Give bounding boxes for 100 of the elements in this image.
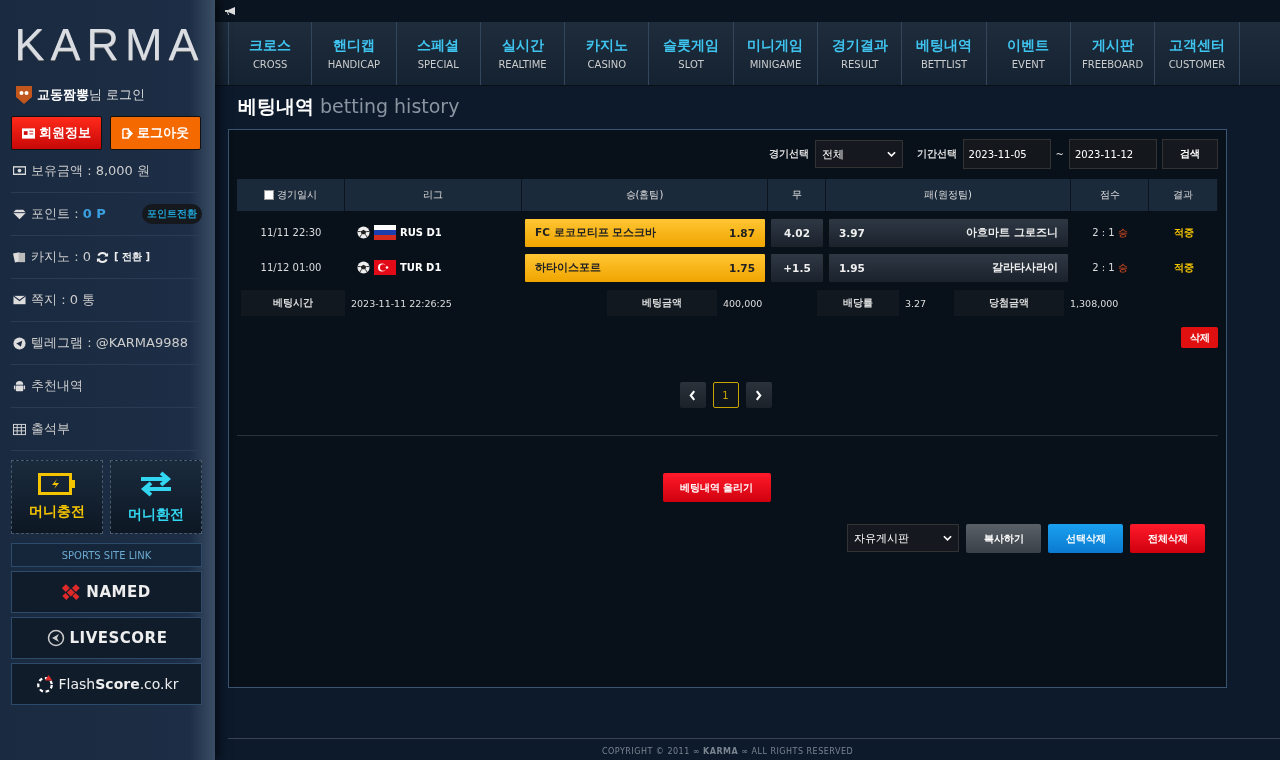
filter-label: 기간선택 xyxy=(916,147,957,161)
summary-label: 베팅금액 xyxy=(607,290,717,316)
russia-flag-icon xyxy=(374,225,396,240)
nav-tab[interactable]: 이벤트 EVENT xyxy=(986,22,1071,85)
info-text: 텔레그램 : @KARMA9988 xyxy=(31,334,189,352)
flashscore-logo-icon xyxy=(34,675,55,693)
nav-tab[interactable]: 크로스 CROSS xyxy=(228,22,313,85)
chevron-down-icon xyxy=(943,535,952,541)
site-link[interactable]: LIVESCORE xyxy=(11,617,202,659)
chevron-down-icon xyxy=(886,151,896,157)
league-name: TUR D1 xyxy=(400,262,442,273)
away-odds-button[interactable]: 1.95 갈라타사라이 xyxy=(828,252,1069,283)
telegram-icon xyxy=(13,336,26,350)
score-text: 2 : 1 승 xyxy=(1092,260,1128,275)
board-select[interactable]: 자유게시판 xyxy=(847,524,959,552)
delete-selected-button[interactable]: 선택삭제 xyxy=(1048,524,1123,553)
copyright-text: COPYRIGHT © 2011 ∞ KARMA ∞ ALL RIGHTS RESERVED xyxy=(600,747,855,756)
nav-tab[interactable]: 경기결과 RESULT xyxy=(818,22,903,85)
summary-value: 1,308,000 xyxy=(1069,297,1119,309)
megaphone-icon xyxy=(224,6,238,16)
money-charge-button[interactable]: 머니충전 xyxy=(11,460,103,534)
nav-tab[interactable]: 고객센터 CUSTOMER xyxy=(1155,22,1240,85)
summary-value: 2023-11-11 22:26:25 xyxy=(350,297,452,309)
nav-tab[interactable]: 카지노 CASINO xyxy=(565,22,650,85)
battery-icon xyxy=(38,473,76,495)
summary-value: 3.27 xyxy=(904,297,927,309)
login-text: 님 로그인 xyxy=(89,86,146,104)
summary-label: 당첨금액 xyxy=(954,290,1064,316)
nav-tab[interactable]: 실시간 REALTIME xyxy=(480,22,566,85)
nav-tab[interactable]: 핸디캡 HANDICAP xyxy=(312,22,397,85)
column-header: 경기일시 xyxy=(277,188,317,202)
envelope-icon xyxy=(13,293,26,307)
chevron-right-icon xyxy=(755,389,762,401)
search-button[interactable]: 검색 xyxy=(1162,139,1218,169)
summary-value: 400,000 xyxy=(722,297,763,309)
delete-all-button[interactable]: 전체삭제 xyxy=(1130,524,1205,553)
info-text: 추천내역 xyxy=(31,377,83,395)
next-page-button[interactable] xyxy=(745,382,772,408)
column-header: 점수 xyxy=(1099,188,1120,202)
home-odds-button[interactable]: FC 로코모티프 모스크바 1.87 xyxy=(524,217,766,248)
info-text: 보유금액 : 8,000 원 xyxy=(31,162,150,180)
livescore-logo-icon xyxy=(45,629,66,647)
point-convert-button[interactable]: 포인트전환 xyxy=(142,204,202,224)
checkbox[interactable] xyxy=(264,190,274,200)
away-odds-button[interactable]: 3.97 아흐마트 그로즈니 xyxy=(828,217,1069,248)
league-name: RUS D1 xyxy=(400,227,442,238)
summary-label: 배당률 xyxy=(817,290,899,316)
info-text: 포인트 : 0 P xyxy=(31,205,106,223)
nav-tab[interactable]: 미니게임 MINIGAME xyxy=(733,22,819,85)
site-link[interactable]: FlashScore.co.kr xyxy=(11,663,202,705)
calendar-icon xyxy=(13,422,26,436)
upload-bets-button[interactable]: 베팅내역 올리기 xyxy=(662,473,771,502)
column-header: 무 xyxy=(791,188,802,202)
site-link[interactable]: NAMED xyxy=(11,571,202,613)
convert-link[interactable]: [ 전환 ] xyxy=(113,250,151,264)
logout-icon xyxy=(122,127,133,139)
member-info-button[interactable]: 회원정보 xyxy=(11,116,102,150)
turkey-flag-icon xyxy=(374,260,396,275)
nav-tab[interactable]: 베팅내역 BETTLIST xyxy=(902,22,987,85)
delete-button[interactable]: 삭제 xyxy=(1181,327,1218,348)
info-text: 카지노 : 0 xyxy=(31,248,91,266)
link-header: SPORTS SITE LINK xyxy=(11,543,202,567)
username: 교동짬뽕 xyxy=(37,86,89,104)
id-card-icon xyxy=(22,127,35,139)
refresh-icon xyxy=(95,250,109,264)
draw-odds-button[interactable]: +1.5 xyxy=(770,252,824,283)
column-header: 리그 xyxy=(423,188,443,202)
info-text: 쪽지 : 0 통 xyxy=(31,291,96,309)
summary-label: 베팅시간 xyxy=(241,290,345,316)
game-select[interactable]: 전체 xyxy=(814,140,903,168)
diamond-icon xyxy=(13,207,26,221)
column-header: 결과 xyxy=(1173,188,1193,202)
table-cell: 11/11 22:30 xyxy=(260,227,322,238)
chevron-left-icon xyxy=(689,389,696,401)
copy-button[interactable]: 복사하기 xyxy=(966,524,1041,553)
column-header: 승(홈팀) xyxy=(625,188,664,202)
range-separator: ~ xyxy=(1055,148,1064,160)
home-odds-button[interactable]: 하타이스포르 1.75 xyxy=(524,252,766,283)
table-cell: 11/12 01:00 xyxy=(260,262,322,273)
nav-tab[interactable]: 게시판 FREEBOARD xyxy=(1070,22,1156,85)
draw-odds-button[interactable]: 4.02 xyxy=(770,217,824,248)
column-header: 패(원정팀) xyxy=(924,188,972,202)
page-button[interactable]: 1 xyxy=(712,382,739,408)
info-text: 출석부 xyxy=(31,420,70,438)
page-subtitle: betting history xyxy=(320,95,460,117)
score-text: 2 : 1 승 xyxy=(1092,225,1128,240)
result-text: 적중 xyxy=(1173,260,1194,275)
filter-label: 경기선택 xyxy=(768,147,809,161)
date-field[interactable]: 2023-11-05 xyxy=(962,139,1051,169)
page-title: 베팅내역 xyxy=(238,94,314,119)
nav-tab[interactable]: 슬롯게임 SLOT xyxy=(649,22,734,85)
soccer-ball-icon xyxy=(357,226,370,239)
nav-tab[interactable]: 스페셜 SPECIAL xyxy=(396,22,481,85)
date-field[interactable]: 2023-11-12 xyxy=(1069,139,1157,169)
android-icon xyxy=(13,379,26,393)
cards-icon xyxy=(13,250,26,264)
soccer-ball-icon xyxy=(357,261,370,274)
cash-icon xyxy=(13,164,26,178)
money-exchange-button[interactable]: 머니환전 xyxy=(110,460,202,534)
previous-page-button[interactable] xyxy=(679,382,706,408)
